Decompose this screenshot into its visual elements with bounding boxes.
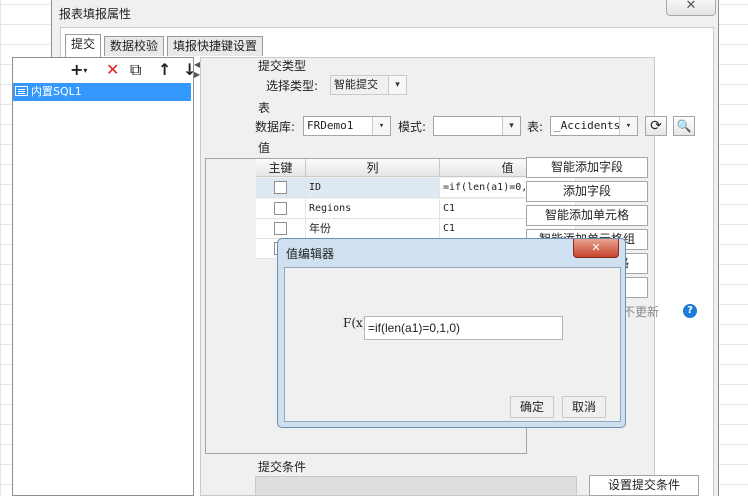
primary-key-checkbox[interactable] (274, 181, 287, 194)
submit-condition-area (255, 476, 577, 496)
set-submit-condition-button[interactable]: 设置提交条件 (589, 475, 699, 496)
submit-type-section-label: 提交类型 (258, 59, 307, 73)
cancel-button[interactable]: 取消 (562, 396, 606, 418)
table-row-key-cell[interactable] (256, 178, 306, 198)
value-editor-close-button[interactable]: ✕ (573, 239, 619, 258)
schema-select[interactable]: ▾ (433, 116, 521, 136)
close-icon: ✕ (591, 241, 601, 254)
add-dropdown-arrow: ▾ (83, 66, 88, 75)
submit-type-select[interactable]: 智能提交 ▾ (330, 75, 407, 95)
chevron-down-icon: ▾ (619, 117, 637, 135)
submit-list-panel (12, 57, 194, 496)
tree-item-label: 内置SQL1 (31, 85, 82, 98)
close-icon: ✕ (685, 0, 697, 13)
tab-submit[interactable]: 提交 (65, 34, 102, 57)
submit-condition-section-label: 提交条件 (258, 460, 307, 474)
smart-add-cell-button[interactable]: 智能添加单元格 (526, 205, 648, 226)
column-header-key[interactable]: 主键 (256, 159, 306, 177)
table-select[interactable]: _Accidents ▾ (550, 116, 638, 136)
refresh-icon: ⟳ (650, 118, 662, 134)
chevron-down-icon: ▾ (372, 117, 390, 135)
value-editor-dialog: 值编辑器 ✕ F(x) =if(len(a1)=0,1,0) 确定 取消 (277, 238, 626, 428)
select-type-label: 选择类型: (266, 79, 319, 93)
smart-add-field-button[interactable]: 智能添加字段 (526, 157, 648, 178)
formula-input[interactable]: =if(len(a1)=0,1,0) (364, 316, 563, 340)
preview-table-button[interactable]: 🔍 (673, 116, 695, 136)
table-value: _Accidents (554, 119, 621, 132)
table-row-column-cell[interactable]: ID (306, 178, 440, 198)
add-field-button[interactable]: 添加字段 (526, 181, 648, 202)
column-header-column[interactable]: 列 (306, 159, 440, 177)
submit-type-value: 智能提交 (334, 78, 378, 91)
add-icon[interactable]: +▾ (70, 62, 87, 78)
table-row-key-cell[interactable] (256, 199, 306, 219)
dialog-close-button[interactable]: ✕ (666, 0, 716, 16)
chevron-down-icon: ▾ (502, 117, 520, 135)
schema-label: 模式: (398, 120, 427, 134)
chevron-down-icon: ▾ (388, 76, 406, 94)
database-select[interactable]: FRDemo1 ▾ (303, 116, 391, 136)
table-label: 表: (527, 120, 544, 134)
ok-button[interactable]: 确定 (510, 396, 554, 418)
table-section-label: 表 (258, 101, 271, 115)
primary-key-checkbox[interactable] (274, 222, 287, 235)
delete-icon[interactable]: ✕ (106, 62, 119, 78)
table-row-column-cell[interactable]: 年份 (306, 219, 440, 239)
table-row-key-cell[interactable] (256, 219, 306, 239)
value-editor-title: 值编辑器 (286, 247, 335, 261)
copy-icon[interactable]: ⧉ (130, 62, 141, 78)
tab-data-validation[interactable]: 数据校验 (104, 36, 165, 56)
refresh-button[interactable]: ⟳ (645, 116, 667, 136)
database-icon (15, 86, 28, 96)
help-icon[interactable]: ? (683, 304, 697, 318)
dialog-title: 报表填报属性 (59, 7, 132, 21)
database-label: 数据库: (255, 120, 296, 134)
values-section-label: 值 (258, 141, 271, 155)
add-glyph: + (70, 60, 84, 79)
table-row-column-cell[interactable]: Regions (306, 199, 440, 219)
primary-key-checkbox[interactable] (274, 202, 287, 215)
tree-item-builtin-sql[interactable]: 内置SQL1 (13, 83, 191, 101)
tab-shortcut-settings[interactable]: 填报快捷键设置 (167, 36, 264, 56)
move-up-icon[interactable]: ↑ (158, 62, 171, 78)
database-value: FRDemo1 (307, 119, 354, 132)
value-editor-body: F(x) =if(len(a1)=0,1,0) 确定 取消 (284, 267, 621, 422)
search-table-icon: 🔍 (676, 119, 692, 133)
